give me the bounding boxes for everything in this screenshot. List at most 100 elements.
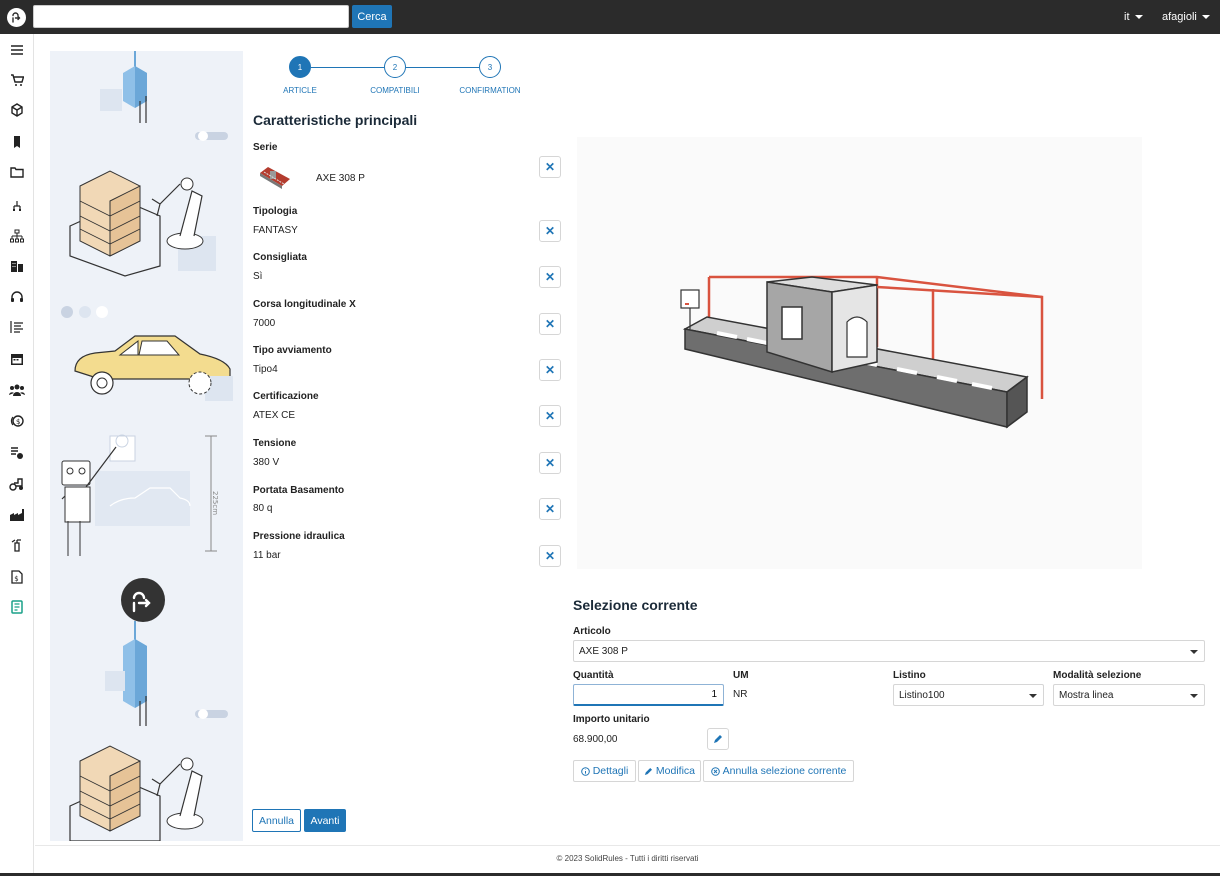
footer-text: © 2023 SolidRules - Tutti i diritti rise… bbox=[556, 854, 699, 863]
edit-price-button[interactable] bbox=[707, 728, 729, 750]
field-label-tensione: Tensione bbox=[253, 438, 297, 449]
search-input[interactable] bbox=[33, 5, 349, 28]
money-icon[interactable]: $ bbox=[9, 413, 25, 429]
close-icon: ✕ bbox=[544, 502, 556, 516]
field-label-portata: Portata Basamento bbox=[253, 485, 345, 496]
list-clock-icon[interactable] bbox=[9, 445, 25, 461]
listino-select[interactable]: Listino100 bbox=[893, 684, 1044, 706]
dettagli-button[interactable]: Dettagli bbox=[573, 760, 636, 782]
field-value-pressione: 11 bar bbox=[253, 550, 281, 561]
measurement-label: 225cm bbox=[211, 491, 219, 515]
close-icon: ✕ bbox=[544, 549, 556, 563]
serie-thumbnail bbox=[258, 163, 292, 191]
headset-icon[interactable] bbox=[9, 289, 25, 305]
cube-icon[interactable] bbox=[9, 102, 25, 118]
field-value-serie: AXE 308 P bbox=[316, 173, 365, 184]
field-label-consigliata: Consigliata bbox=[253, 252, 307, 263]
info-icon bbox=[580, 766, 590, 776]
configurator-icon[interactable] bbox=[9, 599, 25, 615]
svg-text:$: $ bbox=[16, 418, 20, 426]
step-3-label: CONFIRMATION bbox=[459, 86, 521, 95]
calendar-icon[interactable] bbox=[9, 351, 25, 367]
listino-label: Listino bbox=[893, 670, 926, 681]
app-logo[interactable] bbox=[7, 8, 26, 27]
clear-portata-button[interactable]: ✕ bbox=[539, 498, 561, 520]
step-1-label: ARTICLE bbox=[283, 86, 317, 95]
field-value-tipo-avviamento: Tipo4 bbox=[253, 364, 278, 375]
stepper-line bbox=[311, 67, 384, 68]
bookmark-icon[interactable] bbox=[9, 134, 25, 150]
clear-certificazione-button[interactable]: ✕ bbox=[539, 405, 561, 427]
dettagli-label: Dettagli bbox=[592, 765, 629, 777]
footer: © 2023 SolidRules - Tutti i diritti rise… bbox=[35, 845, 1220, 873]
step-number: 1 bbox=[297, 62, 303, 72]
tractor-icon[interactable] bbox=[9, 476, 25, 492]
field-value-tipologia: FANTASY bbox=[253, 225, 298, 236]
importo-label: Importo unitario bbox=[573, 714, 650, 725]
chevron-down-icon bbox=[1201, 15, 1210, 19]
section-title: Caratteristiche principali bbox=[253, 112, 418, 128]
articolo-select[interactable]: AXE 308 P bbox=[573, 640, 1205, 662]
clear-tensione-button[interactable]: ✕ bbox=[539, 452, 561, 474]
step-number: 3 bbox=[487, 62, 493, 72]
org-chart-icon[interactable] bbox=[9, 228, 25, 244]
clear-tipo-avviamento-button[interactable]: ✕ bbox=[539, 359, 561, 381]
um-value: NR bbox=[733, 689, 748, 700]
language-label: it bbox=[1124, 11, 1130, 23]
field-value-tensione: 380 V bbox=[253, 457, 280, 468]
annulla-selezione-button[interactable]: Annulla selezione corrente bbox=[703, 760, 854, 782]
cart-icon[interactable] bbox=[9, 72, 25, 88]
modifica-button[interactable]: Modifica bbox=[638, 760, 701, 782]
current-selection-title: Selezione corrente bbox=[573, 597, 698, 613]
articolo-label: Articolo bbox=[573, 626, 611, 637]
quantita-input[interactable] bbox=[573, 684, 724, 706]
user-menu[interactable]: afagioli bbox=[1162, 11, 1210, 23]
field-label-serie: Serie bbox=[253, 142, 278, 153]
users-icon[interactable] bbox=[9, 382, 25, 398]
factory-icon[interactable] bbox=[9, 507, 25, 523]
close-icon: ✕ bbox=[544, 456, 556, 470]
invoice-icon[interactable]: $ bbox=[9, 569, 25, 585]
svg-text:$: $ bbox=[14, 575, 18, 583]
language-dropdown[interactable]: it bbox=[1124, 11, 1143, 23]
clear-consigliata-button[interactable]: ✕ bbox=[539, 266, 561, 288]
um-label: UM bbox=[733, 670, 749, 681]
step-2[interactable]: 2 bbox=[384, 56, 406, 78]
pencil-icon bbox=[714, 735, 722, 743]
field-value-corsa: 7000 bbox=[253, 318, 276, 329]
field-value-certificazione: ATEX CE bbox=[253, 410, 296, 421]
next-button[interactable]: Avanti bbox=[304, 809, 346, 832]
extinguisher-icon[interactable] bbox=[9, 537, 25, 553]
close-icon: ✕ bbox=[544, 363, 556, 377]
listino-value: Listino100 bbox=[899, 690, 945, 701]
close-icon: ✕ bbox=[544, 317, 556, 331]
menu-icon[interactable] bbox=[9, 42, 25, 58]
clear-tipologia-button[interactable]: ✕ bbox=[539, 220, 561, 242]
search-button[interactable]: Cerca bbox=[352, 5, 392, 28]
sidebar: $ $ bbox=[0, 34, 34, 876]
modifica-label: Modifica bbox=[655, 765, 695, 777]
clear-serie-button[interactable]: ✕ bbox=[539, 156, 561, 178]
clear-corsa-button[interactable]: ✕ bbox=[539, 313, 561, 335]
machine-preview-image bbox=[577, 137, 1142, 569]
cancel-button[interactable]: Annulla bbox=[252, 809, 301, 832]
stepper-line bbox=[406, 67, 479, 68]
articolo-value: AXE 308 P bbox=[579, 646, 628, 657]
close-icon: ✕ bbox=[544, 270, 556, 284]
clear-pressione-button[interactable]: ✕ bbox=[539, 545, 561, 567]
step-1[interactable]: 1 bbox=[289, 56, 311, 78]
folder-icon[interactable] bbox=[9, 164, 25, 180]
pencil-icon bbox=[644, 767, 653, 775]
quantita-label: Quantità bbox=[573, 670, 614, 681]
field-label-tipo-avviamento: Tipo avviamento bbox=[253, 345, 332, 356]
modalita-label: Modalità selezione bbox=[1053, 670, 1142, 681]
list-icon[interactable] bbox=[9, 319, 25, 335]
modalita-select[interactable]: Mostra linea bbox=[1053, 684, 1205, 706]
chevron-down-icon bbox=[1190, 694, 1198, 698]
close-icon: ✕ bbox=[544, 409, 556, 423]
field-value-consigliata: Sì bbox=[253, 271, 263, 282]
hierarchy-small-icon[interactable] bbox=[9, 198, 25, 214]
chevron-down-icon bbox=[1134, 15, 1143, 19]
step-3[interactable]: 3 bbox=[479, 56, 501, 78]
building-icon[interactable] bbox=[9, 258, 25, 274]
